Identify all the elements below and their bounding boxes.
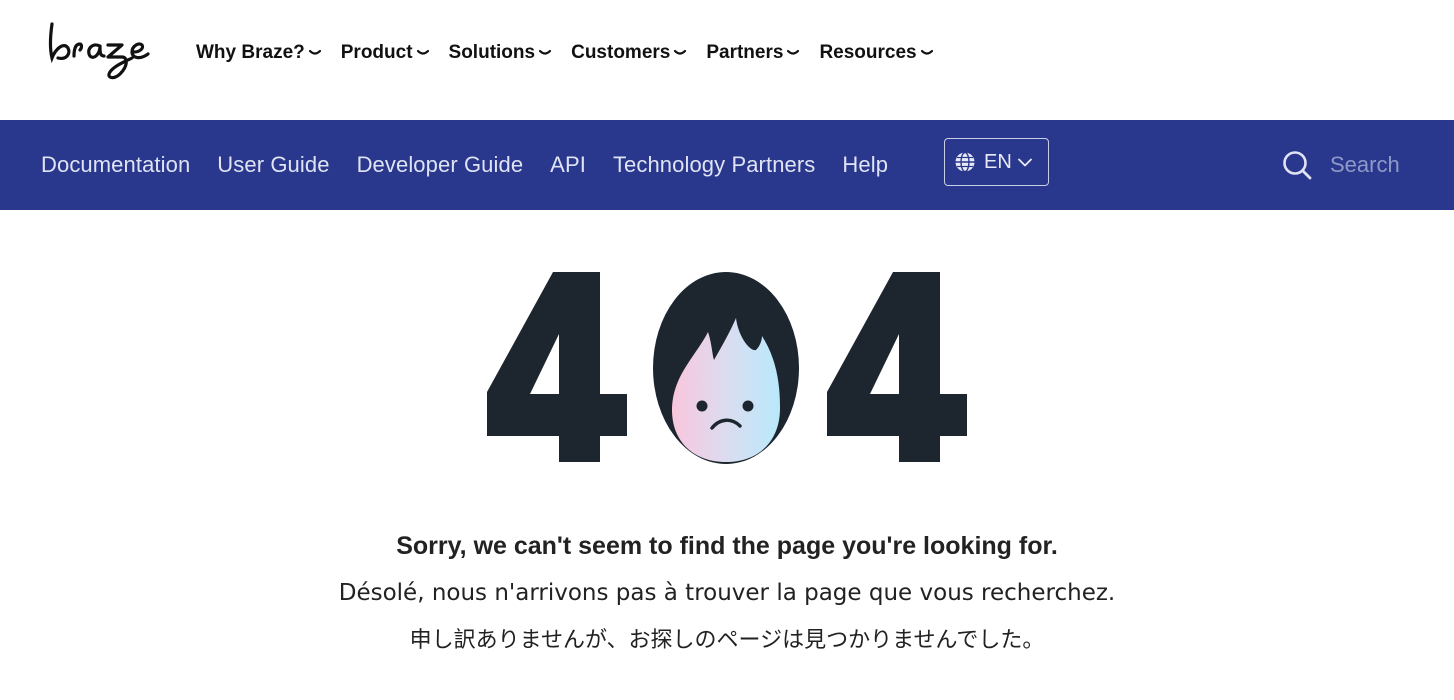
nav-why-braze-label: Why Braze? [196,42,305,63]
search-icon[interactable] [1282,150,1312,180]
search-input[interactable]: Search [1330,152,1400,178]
nav-customers[interactable]: Customers [571,42,687,64]
flame-mascot-zero [653,272,799,464]
chevron-down-icon [416,49,429,55]
docs-link-technology-partners[interactable]: Technology Partners [613,152,815,178]
chevron-down-icon [787,49,800,55]
nav-solutions-label: Solutions [448,42,536,63]
docs-nav-bar: Documentation User Guide Developer Guide… [0,120,1454,210]
docs-nav: Documentation User Guide Developer Guide… [41,120,915,210]
site-header: Why Braze? Product Solutions Customers P… [0,0,1454,120]
chevron-down-icon [674,49,687,55]
docs-link-developer-guide[interactable]: Developer Guide [357,152,524,178]
language-code: EN [984,150,1012,173]
error-message-english: Sorry, we can't seem to find the page yo… [396,532,1058,560]
globe-icon [955,151,975,173]
nav-resources-label: Resources [819,42,917,63]
chevron-down-icon [539,49,552,55]
braze-logo[interactable] [44,18,170,84]
nav-resources[interactable]: Resources [819,42,933,64]
error-message-japanese: 申し訳ありませんが、お探しのページは見つかりませんでした。 [409,628,1045,653]
docs-link-documentation[interactable]: Documentation [41,152,190,178]
language-selector[interactable]: EN [944,138,1049,186]
nav-partners[interactable]: Partners [706,42,800,64]
error-404-graphic [480,268,974,468]
main-nav: Why Braze? Product Solutions Customers P… [196,42,953,64]
nav-product-label: Product [340,42,413,63]
docs-link-api[interactable]: API [550,152,586,178]
nav-product[interactable]: Product [341,42,429,64]
nav-solutions[interactable]: Solutions [449,42,552,64]
digit-four-right [827,272,967,462]
nav-partners-label: Partners [706,42,784,63]
search-box[interactable]: Search [1282,150,1400,180]
nav-why-braze[interactable]: Why Braze? [196,42,321,64]
docs-link-user-guide[interactable]: User Guide [217,152,329,178]
nav-customers-label: Customers [571,42,671,63]
chevron-down-icon [1017,158,1032,166]
digit-four-left [487,272,627,462]
chevron-down-icon [308,49,321,55]
chevron-down-icon [920,49,933,55]
docs-link-help[interactable]: Help [842,152,888,178]
error-message-french: Désolé, nous n'arrivons pas à trouver la… [338,580,1116,606]
